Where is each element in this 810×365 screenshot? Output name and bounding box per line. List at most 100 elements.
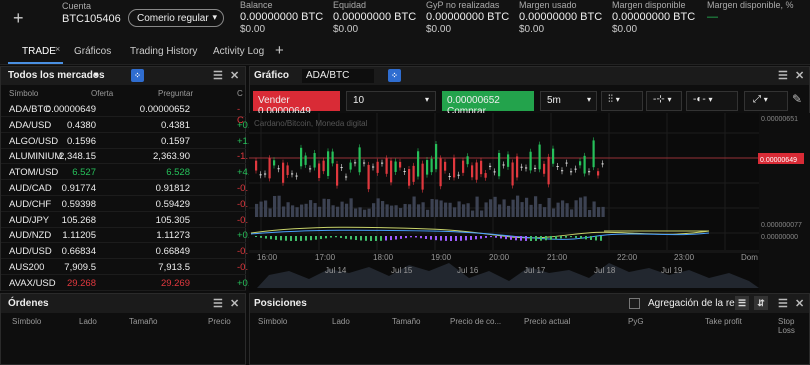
chevron-down-icon[interactable]: ▾ [94, 70, 98, 79]
close-icon[interactable]: ✕ [795, 70, 804, 82]
markets-title[interactable]: Todos los mercados [8, 70, 105, 81]
draw-tool-button[interactable]: ⤢ ▾ [744, 91, 788, 111]
market-bid[interactable]: 6.527 [72, 167, 96, 178]
pos-col-symbol[interactable]: Símbolo [258, 317, 287, 326]
close-icon[interactable]: ✕ [230, 298, 239, 310]
orders-col-size[interactable]: Tamaño [129, 317, 157, 326]
market-bid[interactable]: 7,909.5 [64, 262, 96, 273]
aggregation-checkbox[interactable] [629, 298, 640, 309]
market-ask[interactable]: 0.1597 [161, 136, 190, 147]
market-ask[interactable]: 0.66849 [156, 246, 190, 257]
market-ask[interactable]: 29.269 [161, 278, 190, 289]
market-ask[interactable]: 2,363.90 [153, 151, 190, 162]
market-ask[interactable]: 0.91812 [156, 183, 190, 194]
candle-type-button[interactable]: ⫶⫶ ▾ [601, 91, 643, 111]
candle-body [466, 156, 469, 165]
quantity-input[interactable]: 10 ▾ [346, 91, 436, 111]
histogram-bar [470, 236, 472, 240]
volume-bar [354, 208, 358, 217]
close-icon[interactable]: × [55, 44, 60, 54]
timeframe-select[interactable]: 5m ▾ [540, 91, 597, 111]
market-symbol: AVAX/USD [9, 277, 56, 289]
volume-bar [430, 198, 434, 217]
col-bid[interactable]: Oferta [91, 89, 113, 98]
market-ask[interactable]: 105.305 [156, 215, 190, 226]
filter-icon[interactable]: ⇵ [754, 296, 768, 310]
menu-icon[interactable]: ☰ [778, 70, 788, 82]
menu-icon[interactable]: ☰ [213, 298, 223, 310]
market-bid[interactable]: 2,348.15 [59, 151, 96, 162]
market-bid[interactable]: 105.268 [62, 215, 96, 226]
pos-col-side[interactable]: Lado [332, 317, 350, 326]
market-bid[interactable]: 1.11205 [62, 230, 96, 241]
col-ask[interactable]: Preguntar [158, 89, 193, 98]
menu-icon[interactable]: ☰ [213, 70, 223, 82]
market-bid[interactable]: 0.91774 [62, 183, 96, 194]
market-row[interactable]: AUD/NZD 1.11205 1.11273 +0. [1, 227, 250, 244]
volume-bar [277, 195, 281, 217]
close-icon[interactable]: ✕ [795, 298, 804, 310]
crosshair-button[interactable]: -⊹ ▾ [646, 91, 682, 111]
add-tab-icon[interactable]: + [275, 42, 284, 59]
link-icon[interactable]: ⁘ [131, 69, 144, 82]
volume-bar [480, 210, 484, 217]
market-ask[interactable]: 7,913.5 [158, 262, 190, 273]
orders-col-symbol[interactable]: Símbolo [12, 317, 41, 326]
orders-col-price[interactable]: Precio [208, 317, 231, 326]
tab-graficos[interactable]: Gráficos [74, 46, 111, 57]
market-symbol: ADA/USD [9, 119, 52, 131]
market-row[interactable]: AUD/JPY 105.268 105.305 -0. [1, 212, 248, 228]
pos-col-size[interactable]: Tamaño [392, 317, 420, 326]
price-chart[interactable]: Cardano/Bitcoin, Moneda digital 16:00 17:… [249, 113, 810, 291]
tab-trading-history[interactable]: Trading History [130, 46, 197, 57]
market-bid[interactable]: 0.00000649 [46, 104, 96, 115]
candle-body [561, 170, 564, 172]
col-symbol[interactable]: Símbolo [9, 89, 38, 98]
close-icon[interactable]: ✕ [230, 70, 239, 82]
line-tool-button[interactable]: -◐- ▾ [686, 91, 738, 111]
list-icon[interactable]: ☰ [735, 296, 749, 310]
candle-body [313, 153, 316, 168]
pos-col-open-price[interactable]: Precio de co... [450, 317, 501, 326]
link-icon[interactable]: ⁘ [388, 69, 401, 82]
market-row[interactable]: ALGO/USD 0.1596 0.1597 +1. [1, 133, 250, 149]
pos-col-current-price[interactable]: Precio actual [524, 317, 570, 326]
market-bid[interactable]: 0.59398 [62, 199, 96, 210]
buy-button[interactable]: 0.00000652 Comprar [442, 91, 534, 117]
orders-col-side[interactable]: Lado [79, 317, 97, 326]
market-bid[interactable]: 0.4380 [67, 120, 96, 131]
volume-bar [597, 207, 601, 217]
market-row[interactable]: ALUMINIUM 2,348.15 2,363.90 -1. [1, 148, 248, 165]
tab-activity-log[interactable]: Activity Log [213, 46, 264, 57]
market-row[interactable]: ADA/USD 0.4380 0.4381 +0. [1, 117, 250, 133]
candle-body [574, 168, 577, 170]
market-row[interactable]: AVAX/USD 29.268 29.269 +0. [1, 275, 250, 291]
account-type-dropdown[interactable]: Comerio regular ▾ [128, 9, 224, 27]
symbol-input[interactable]: ADA/BTC [302, 69, 374, 83]
volume-bar [453, 207, 457, 217]
stat-margin-available-pct: Margen disponible, % — [707, 0, 794, 23]
market-row[interactable]: AUD/CHF 0.59398 0.59429 -0. [1, 196, 248, 212]
market-ask[interactable]: 6.528 [166, 167, 190, 178]
market-row[interactable]: AUD/CAD 0.91774 0.91812 -0. [1, 180, 248, 196]
pos-col-pnl[interactable]: PyG [628, 317, 644, 326]
market-bid[interactable]: 0.66834 [62, 246, 96, 257]
market-bid[interactable]: 0.1596 [67, 136, 96, 147]
pos-col-stop-loss[interactable]: Stop Loss [778, 317, 809, 335]
market-ask[interactable]: 0.59429 [156, 199, 190, 210]
col-change[interactable]: C [237, 89, 243, 98]
market-bid[interactable]: 29.268 [67, 278, 96, 289]
market-ask[interactable]: 0.00000652 [140, 104, 190, 115]
market-ask[interactable]: 0.4381 [161, 120, 190, 131]
market-row[interactable]: AUD/USD 0.66834 0.66849 -0. [1, 243, 248, 260]
market-row[interactable]: AUS200 7,909.5 7,913.5 -0. [1, 259, 248, 275]
market-ask[interactable]: 1.11273 [156, 230, 190, 241]
add-icon[interactable]: + [13, 9, 24, 27]
market-row[interactable]: ATOM/USD 6.527 6.528 +4. [1, 164, 250, 181]
tab-trade[interactable]: TRADE [22, 46, 56, 57]
pos-col-take-profit[interactable]: Take profit [705, 317, 742, 326]
menu-icon[interactable]: ☰ [778, 298, 788, 310]
edit-icon[interactable]: ✎ [792, 92, 802, 106]
market-row[interactable]: ADA/BTC 0.00000649 0.00000652 -C [1, 101, 246, 126]
sell-button[interactable]: Vender 0.00000649 [253, 91, 340, 117]
